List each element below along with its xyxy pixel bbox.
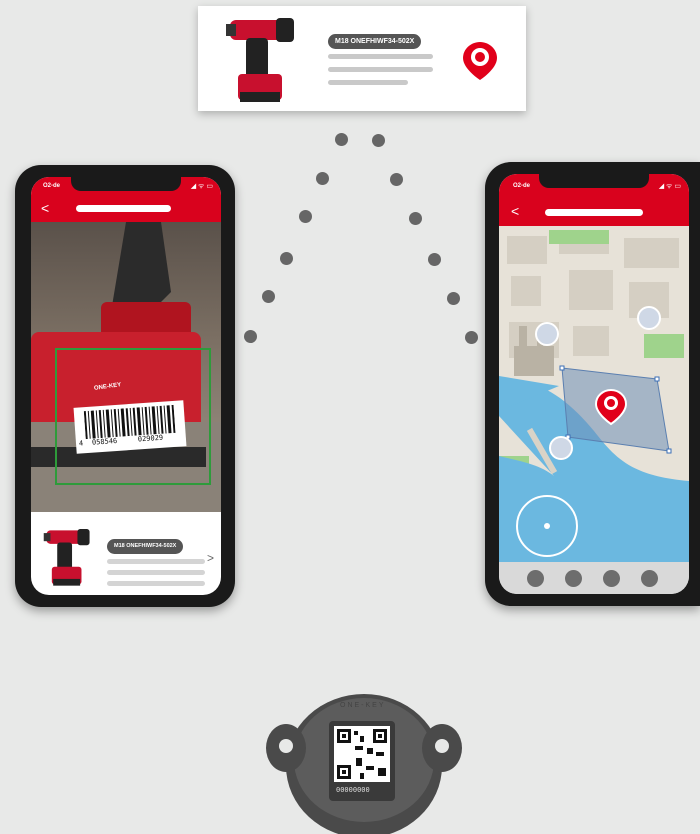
nav-button-1[interactable] bbox=[527, 570, 544, 587]
impact-wrench-image bbox=[226, 18, 294, 102]
status-icons: ◢ ᯤ ▭ bbox=[190, 183, 213, 190]
status-carrier: O2-de bbox=[43, 183, 61, 189]
scan-result-card[interactable]: M18 ONEFHIWF34-502X > bbox=[35, 519, 217, 591]
product-detail-line bbox=[328, 67, 433, 72]
map-view[interactable] bbox=[499, 226, 689, 562]
back-button[interactable]: < bbox=[41, 201, 49, 215]
status-carrier: O2-de bbox=[513, 183, 531, 189]
status-icons: ◢ ᯤ ▭ bbox=[658, 183, 681, 190]
chevron-right-icon[interactable]: > bbox=[207, 551, 214, 565]
tracker-brand-text: ONE-KEY bbox=[340, 702, 386, 709]
connection-dot bbox=[244, 330, 257, 343]
connection-dot bbox=[316, 172, 329, 185]
product-card[interactable]: M18 ONEFHIWF34-502X bbox=[198, 6, 526, 111]
phone-notch bbox=[71, 177, 181, 191]
connection-dot bbox=[447, 292, 460, 305]
scan-result-line bbox=[107, 559, 205, 564]
screen-title-placeholder bbox=[545, 209, 643, 216]
camera-view: ONE-KEY 4 058546 029029 bbox=[31, 222, 221, 512]
tracker-serial-text: 00000000 bbox=[336, 786, 370, 794]
nav-button-2[interactable] bbox=[565, 570, 582, 587]
connection-dot bbox=[409, 212, 422, 225]
right-phone: O2-de ◢ ᯤ ▭ < bbox=[485, 162, 700, 606]
product-detail-line bbox=[328, 80, 408, 85]
connection-dot bbox=[465, 331, 478, 344]
connection-dot bbox=[428, 253, 441, 266]
bluetooth-tracker-device: ONE-KEY 00000000 bbox=[264, 676, 464, 834]
scan-result-line bbox=[107, 570, 205, 575]
nav-button-3[interactable] bbox=[603, 570, 620, 587]
connection-dot bbox=[262, 290, 275, 303]
left-phone-screen: O2-de ◢ ᯤ ▭ < ONE-KEY 4 058546 029029 M1… bbox=[31, 177, 221, 595]
bottom-nav-bar bbox=[499, 562, 689, 594]
product-model-tag: M18 ONEFHIWF34-502X bbox=[328, 34, 422, 49]
location-pin-icon[interactable] bbox=[463, 42, 497, 80]
scan-result-model-tag: M18 ONEFHIWF34-502X bbox=[107, 539, 184, 554]
connection-dot bbox=[299, 210, 312, 223]
connection-dot bbox=[390, 173, 403, 186]
connection-dot bbox=[335, 133, 348, 146]
right-phone-screen: O2-de ◢ ᯤ ▭ < bbox=[499, 174, 689, 594]
scan-result-line bbox=[107, 581, 205, 586]
screen-title-placeholder bbox=[76, 205, 171, 212]
scan-result-tool-image bbox=[43, 529, 90, 586]
connection-dot bbox=[280, 252, 293, 265]
product-detail-line bbox=[328, 54, 433, 59]
nav-button-4[interactable] bbox=[641, 570, 658, 587]
phone-notch bbox=[539, 174, 649, 188]
back-button[interactable]: < bbox=[511, 204, 519, 218]
scan-frame bbox=[55, 348, 211, 485]
left-phone: O2-de ◢ ᯤ ▭ < ONE-KEY 4 058546 029029 M1… bbox=[15, 165, 235, 607]
connection-dot bbox=[372, 134, 385, 147]
